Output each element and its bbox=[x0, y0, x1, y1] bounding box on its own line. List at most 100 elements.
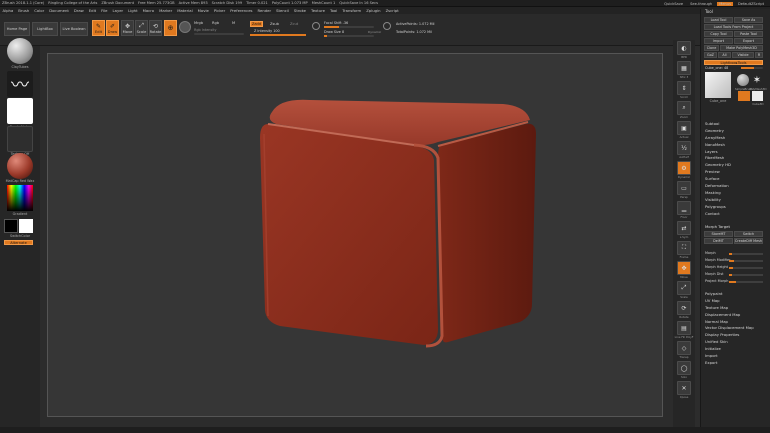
menu-draw[interactable]: Draw bbox=[71, 8, 86, 13]
store-mt-button[interactable]: StoreMT bbox=[704, 231, 733, 237]
load-tools-project-button[interactable]: Load Tools From Project bbox=[704, 24, 763, 30]
brush-icon[interactable] bbox=[7, 38, 33, 64]
z-intensity-slider[interactable] bbox=[250, 34, 306, 36]
home-page-button[interactable]: Home Page bbox=[4, 22, 30, 36]
menu-render[interactable]: Render bbox=[255, 8, 274, 13]
shelf-button-spix-3[interactable]: ▦ SPix 3 bbox=[673, 61, 695, 79]
color-picker[interactable] bbox=[7, 185, 33, 211]
menu-item-vector-displacement-map[interactable]: Vector Displacement Map bbox=[701, 325, 770, 332]
dynamic-toggle[interactable]: Dynamic bbox=[368, 30, 381, 34]
all-button[interactable]: All bbox=[718, 52, 731, 58]
alternate-button[interactable]: Alternate bbox=[4, 240, 33, 245]
mrgb-toggle[interactable]: Mrgb bbox=[194, 21, 203, 25]
material-sphere-icon[interactable] bbox=[179, 21, 191, 33]
menu-tool[interactable]: Tool bbox=[327, 8, 339, 13]
morph-slider[interactable]: Morph Dist bbox=[701, 270, 770, 277]
export-button[interactable]: Export bbox=[734, 38, 763, 44]
zsub-button[interactable]: Zsub bbox=[270, 22, 279, 26]
menu-transform[interactable]: Transform bbox=[340, 8, 364, 13]
switch-color-label[interactable]: SwitchColor bbox=[0, 234, 40, 238]
menu-item-contact[interactable]: Contact bbox=[701, 211, 770, 218]
load-tool-button[interactable]: Load Tool bbox=[704, 17, 733, 23]
menu-item-arraymesh[interactable]: ArrayMesh bbox=[701, 135, 770, 142]
menu-item-visibility[interactable]: Visibility bbox=[701, 197, 770, 204]
clone-button[interactable]: Clone bbox=[704, 45, 719, 51]
shelf-button-rotate[interactable]: ⟳ Rotate bbox=[673, 301, 695, 319]
switch-button[interactable]: Switch bbox=[734, 231, 763, 237]
m-toggle[interactable]: M bbox=[232, 21, 235, 25]
gizmo-button[interactable]: ⊕ bbox=[164, 20, 177, 36]
visible-button[interactable]: Visible bbox=[732, 52, 754, 58]
menu-item-deformation[interactable]: Deformation bbox=[701, 183, 770, 190]
material-icon[interactable] bbox=[7, 153, 33, 179]
menu-layer[interactable]: Layer bbox=[110, 8, 126, 13]
menus-button[interactable]: Menus bbox=[717, 1, 733, 6]
menu-item-geometry-hd[interactable]: Geometry HD bbox=[701, 162, 770, 169]
menu-item-geometry[interactable]: Geometry bbox=[701, 128, 770, 135]
menu-item-masking[interactable]: Masking bbox=[701, 190, 770, 197]
del-mt-button[interactable]: DelMT bbox=[704, 238, 733, 244]
shelf-button-l-sym[interactable]: ⇄ L.Sym bbox=[673, 221, 695, 239]
shelf-button-bpr[interactable]: ◐ BPR bbox=[673, 41, 695, 59]
rgb-intensity-slider[interactable] bbox=[194, 33, 244, 35]
goz-button[interactable]: GoZ bbox=[704, 52, 717, 58]
menu-alpha[interactable]: Alpha bbox=[0, 8, 16, 13]
edit-button[interactable]: ✎ Edit bbox=[92, 20, 105, 36]
lightbox-button[interactable]: LightBox bbox=[32, 22, 58, 36]
morph-slider[interactable]: Morph Modifier bbox=[701, 256, 770, 263]
shelf-button-scroll[interactable]: ⇕ Scroll bbox=[673, 81, 695, 99]
simplebrush-thumbnail[interactable] bbox=[737, 74, 749, 86]
shelf-button-move[interactable]: ✥ Move bbox=[673, 261, 695, 279]
texture-icon[interactable] bbox=[7, 126, 33, 152]
menu-item-layers[interactable]: Layers bbox=[701, 149, 770, 156]
menu-item-preview[interactable]: Preview bbox=[701, 169, 770, 176]
shelf-button-aahalf[interactable]: ½ AAHalf bbox=[673, 141, 695, 159]
cube-model[interactable] bbox=[48, 54, 664, 418]
menu-item-displacement-map[interactable]: Displacement Map bbox=[701, 312, 770, 319]
rotate-button[interactable]: ⟲ Rotate bbox=[149, 20, 162, 36]
menu-item-nanomesh[interactable]: NanoMesh bbox=[701, 142, 770, 149]
shelf-button-floor[interactable]: ▁ Floor bbox=[673, 201, 695, 219]
menu-item-texture-map[interactable]: Texture Map bbox=[701, 305, 770, 312]
menu-texture[interactable]: Texture bbox=[309, 8, 328, 13]
create-diff-mesh-button[interactable]: CreateDiff Mesh bbox=[734, 238, 763, 244]
secondary-color-swatch[interactable] bbox=[19, 219, 33, 233]
morph-slider[interactable]: Morph Height bbox=[701, 263, 770, 270]
menu-light[interactable]: Light bbox=[126, 8, 140, 13]
draw-button[interactable]: ✐ Draw bbox=[106, 20, 119, 36]
r-button[interactable]: R bbox=[755, 52, 763, 58]
menu-document[interactable]: Document bbox=[47, 8, 72, 13]
menu-zplugin[interactable]: Zplugin bbox=[364, 8, 383, 13]
menu-marker[interactable]: Marker bbox=[157, 8, 175, 13]
canvas-viewport[interactable] bbox=[47, 53, 663, 417]
morph-slider-track[interactable] bbox=[729, 274, 763, 276]
shelf-button-transp[interactable]: ◇ Transp bbox=[673, 341, 695, 359]
menu-item-import[interactable]: Import bbox=[701, 353, 770, 360]
menu-zscript[interactable]: Zscript bbox=[383, 8, 401, 13]
menu-item-surface[interactable]: Surface bbox=[701, 176, 770, 183]
menu-movie[interactable]: Movie bbox=[195, 8, 211, 13]
menu-brush[interactable]: Brush bbox=[16, 8, 32, 13]
menu-item-polygroups[interactable]: Polygroups bbox=[701, 204, 770, 211]
zcut-button[interactable]: Zcut bbox=[290, 22, 298, 26]
shelf-button-scale[interactable]: ⤢ Scale bbox=[673, 281, 695, 299]
menu-item-initialize[interactable]: Initialize bbox=[701, 346, 770, 353]
shelf-button-frame[interactable]: ⛶ Frame bbox=[673, 241, 695, 259]
lightbox-tools-button[interactable]: Lightbox▸Tools bbox=[704, 60, 763, 65]
primary-color-swatch[interactable] bbox=[4, 219, 18, 233]
menu-item-unified-skin[interactable]: Unified Skin bbox=[701, 339, 770, 346]
cube-small-thumbnail[interactable] bbox=[752, 91, 763, 101]
shelf-button-line-fill-polyf[interactable]: ▤ Line Fill PolyF bbox=[673, 321, 695, 339]
tool-index-slider[interactable] bbox=[741, 67, 763, 69]
morph-target-header[interactable]: Morph Target bbox=[705, 224, 730, 229]
menu-stencil[interactable]: Stencil bbox=[274, 8, 292, 13]
menu-color[interactable]: Color bbox=[32, 8, 47, 13]
shelf-button-solo[interactable]: ◯ Solo bbox=[673, 361, 695, 379]
zadd-button[interactable]: Zadd bbox=[250, 21, 263, 27]
menu-preferences[interactable]: Preferences bbox=[228, 8, 255, 13]
import-button[interactable]: Import bbox=[704, 38, 733, 44]
morph-slider-track[interactable] bbox=[729, 281, 763, 283]
menu-material[interactable]: Material bbox=[175, 8, 195, 13]
morph-slider-track[interactable] bbox=[729, 260, 763, 262]
save-as-button[interactable]: Save As bbox=[734, 17, 763, 23]
